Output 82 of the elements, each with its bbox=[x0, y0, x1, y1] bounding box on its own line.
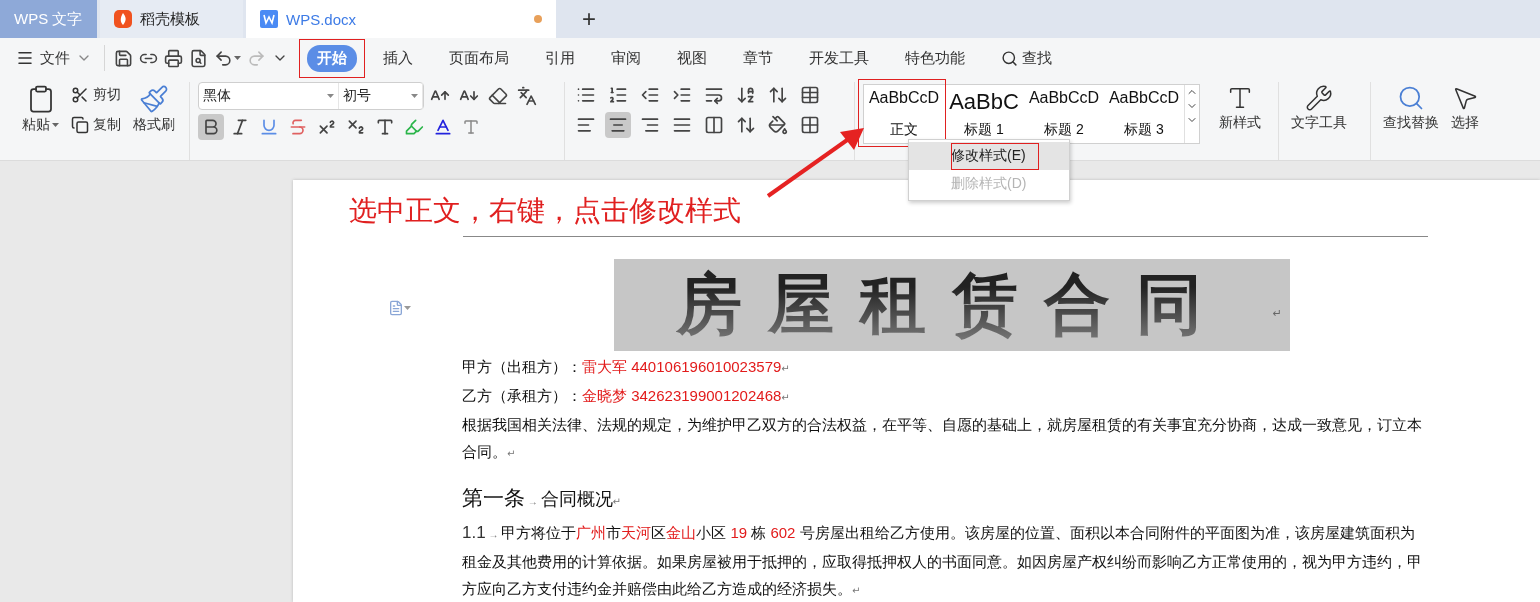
window-tab[interactable]: 稻壳模板 bbox=[100, 0, 243, 38]
copy-button[interactable]: 复制 bbox=[67, 112, 125, 138]
ribbon-tab[interactable]: 查找 bbox=[991, 44, 1062, 72]
font-size-select[interactable]: 初号 bbox=[339, 83, 423, 109]
menu-item[interactable]: 修改样式(E) bbox=[909, 142, 1069, 170]
paragraph-mark: ↵ bbox=[1272, 307, 1282, 320]
caret-icon bbox=[52, 123, 59, 127]
bold-button[interactable] bbox=[198, 114, 224, 140]
undo-icon bbox=[214, 48, 233, 68]
align-center-button[interactable] bbox=[605, 112, 631, 138]
spacing-icon bbox=[768, 85, 788, 105]
strikethrough-icon bbox=[288, 117, 308, 137]
redo-icon bbox=[247, 48, 266, 68]
new-style-button[interactable]: 新样式 bbox=[1215, 82, 1265, 134]
ribbon-tab[interactable]: 插入 bbox=[373, 44, 423, 72]
paragraph: 甲方（出租方）：雷大军 440106196010023579↵ bbox=[462, 357, 791, 377]
new-tab-button[interactable]: + bbox=[561, 0, 617, 38]
font-name-select[interactable]: 黑体 bbox=[199, 83, 339, 109]
search-icon bbox=[1001, 49, 1018, 67]
style-item[interactable]: AaBbCcD 正文 bbox=[864, 85, 944, 141]
select-button[interactable]: 选择 bbox=[1447, 82, 1483, 134]
cut-button[interactable]: 剪切 bbox=[67, 82, 125, 108]
font-color-icon bbox=[433, 117, 453, 137]
ribbon-tab[interactable]: 开发工具 bbox=[799, 44, 879, 72]
bullet-list-icon bbox=[576, 85, 596, 105]
style-item[interactable]: AaBbC 标题 1 bbox=[944, 85, 1024, 141]
paste-button[interactable]: 粘贴 bbox=[18, 82, 63, 136]
menu-icon bbox=[16, 49, 34, 67]
sort-icon bbox=[736, 85, 756, 105]
align-justify-icon bbox=[672, 115, 692, 135]
align-right-icon bbox=[640, 115, 660, 135]
phonetic-icon bbox=[517, 86, 537, 106]
search-icon bbox=[1397, 84, 1425, 112]
document-icon bbox=[260, 10, 278, 28]
text-effect-icon bbox=[375, 117, 395, 137]
annotation-text: 选中正文，右键，点击修改样式 bbox=[349, 194, 742, 228]
window-tab[interactable]: WPS.docx bbox=[246, 0, 556, 38]
find-replace-button[interactable]: 查找替换 bbox=[1379, 82, 1443, 134]
ribbon-tab[interactable]: 审阅 bbox=[601, 44, 651, 72]
copy-icon bbox=[71, 116, 89, 134]
caret-icon bbox=[411, 94, 418, 98]
superscript-icon bbox=[317, 117, 337, 137]
eraser-icon bbox=[488, 86, 508, 106]
align-left-icon bbox=[576, 115, 596, 135]
format-painter-button[interactable]: 格式刷 bbox=[129, 82, 179, 136]
wrench-icon bbox=[1305, 84, 1333, 112]
ribbon-tab[interactable]: 引用 bbox=[535, 44, 585, 72]
table-icon bbox=[800, 85, 820, 105]
print-icon bbox=[164, 48, 183, 68]
align-center-icon bbox=[608, 115, 628, 135]
paragraph: 根据我国相关法律、法规的规定，为维护甲乙双方的合法权益，在平等、自愿的基础上，就房屋租赁的有关事宜充分协商，达成一致意见，订立本合同。↵ bbox=[462, 415, 1423, 462]
highlighter-icon bbox=[404, 117, 424, 137]
align-distributed-icon bbox=[704, 115, 724, 135]
paragraph: 乙方（承租方）：金晓梦 342623199001202468↵ bbox=[462, 386, 791, 406]
flame-icon bbox=[114, 10, 132, 28]
save-icon bbox=[114, 48, 133, 68]
underline-icon bbox=[259, 117, 279, 137]
style-item[interactable]: AaBbCcD 标题 2 bbox=[1024, 85, 1104, 141]
ribbon-tab[interactable]: 页面布局 bbox=[439, 44, 519, 72]
numbered-list-icon bbox=[608, 85, 628, 105]
subscript-icon bbox=[346, 117, 366, 137]
ribbon-tab[interactable]: 特色功能 bbox=[895, 44, 975, 72]
document-icon[interactable] bbox=[388, 300, 411, 316]
caret-icon bbox=[234, 56, 241, 60]
scissors-icon bbox=[71, 86, 89, 104]
shading-icon bbox=[768, 115, 788, 135]
caret-icon bbox=[327, 94, 334, 98]
char-shading-icon bbox=[462, 118, 480, 136]
paintbrush-icon bbox=[139, 84, 169, 114]
borders-icon bbox=[800, 115, 820, 135]
section-heading: 第一条→合同概况↵ bbox=[462, 485, 622, 511]
ribbon-tab[interactable]: 视图 bbox=[667, 44, 717, 72]
line-spacing-icon bbox=[736, 115, 756, 135]
ribbon-tab[interactable]: 章节 bbox=[733, 44, 783, 72]
text-tools-button[interactable]: 文字工具 bbox=[1287, 82, 1351, 134]
paragraph: 1.1 → 甲方将位于广州市天河区金山小区 19 栋 602 号房屋出租给乙方使用。该房屋的位置、面积以本合同附件的平面图为准，该房屋建筑面积为租金及其他费用的计算依据。如果房屋被用于抵押的，应取得抵押权人的书面同意。如因房屋产权纠纷而影响乙方正常使用的，视为甲方违约，甲方应向乙方支付违约金并赔偿由此给乙方造成的经济损失。↵ bbox=[462, 522, 1423, 599]
outdent-icon bbox=[640, 85, 660, 105]
preview-icon bbox=[189, 48, 208, 68]
file-menu[interactable]: 文件 bbox=[10, 44, 98, 72]
italic-icon bbox=[230, 117, 250, 137]
style-item[interactable]: AaBbCcD 标题 3 bbox=[1104, 85, 1184, 141]
indent-icon bbox=[672, 85, 692, 105]
